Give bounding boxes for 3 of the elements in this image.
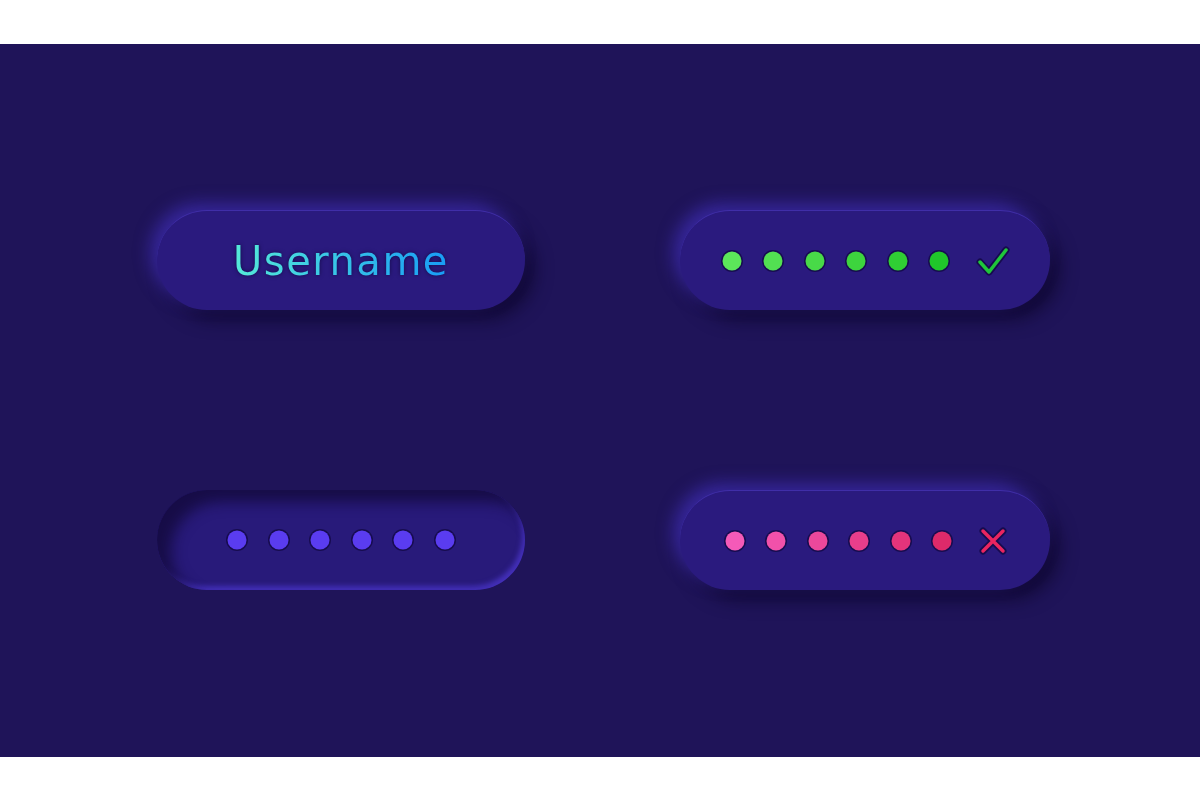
password-field[interactable] (680, 210, 1050, 310)
password-field[interactable] (680, 490, 1050, 590)
text-field[interactable]: Username (157, 210, 525, 310)
